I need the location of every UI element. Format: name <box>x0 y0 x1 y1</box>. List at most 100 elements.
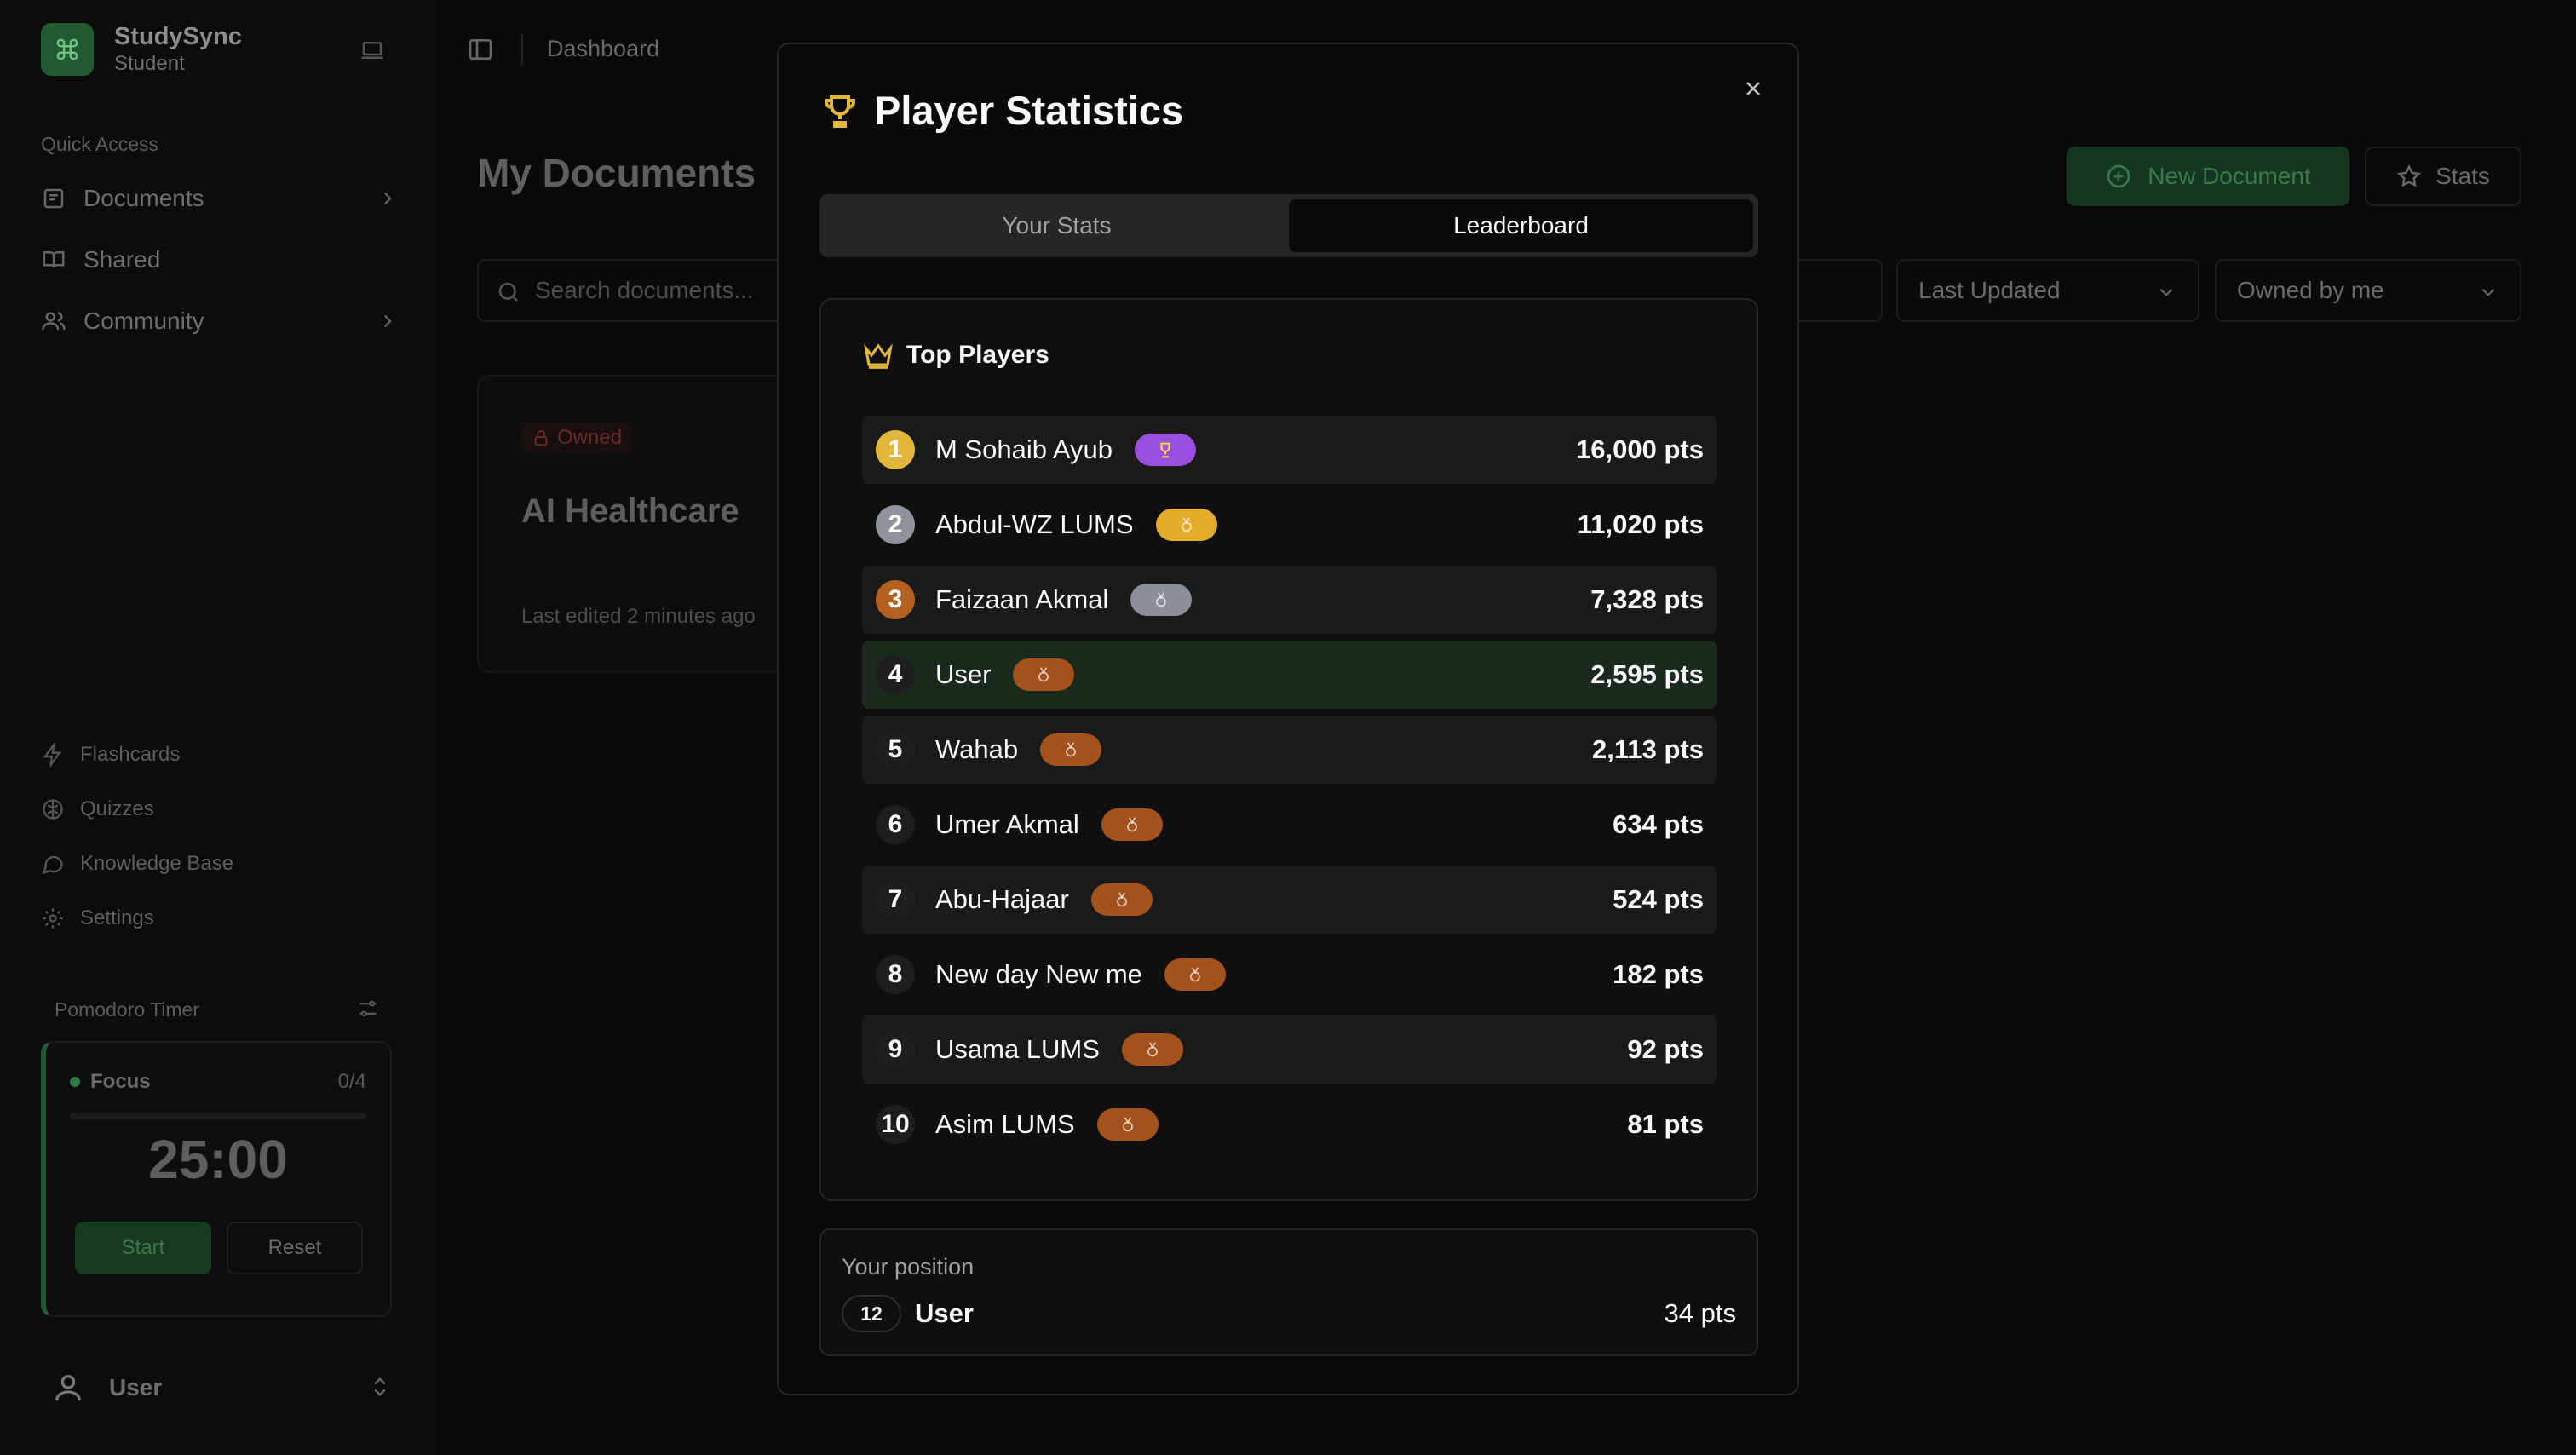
document-edited: Last edited 2 minutes ago <box>521 605 756 628</box>
owned-badge-label: Owned <box>557 426 623 449</box>
dialog-header: Player Statistics <box>819 87 1183 134</box>
rank-badge: 6 <box>876 805 915 844</box>
laptop-icon[interactable] <box>359 37 385 67</box>
player-points: 16,000 pts <box>1576 434 1704 464</box>
app-name: StudySync <box>114 23 242 50</box>
player-name: Abu-Hajaar <box>935 884 1069 914</box>
sidebar-item-settings[interactable]: Settings <box>41 906 154 930</box>
focus-progress-bar <box>70 1113 366 1119</box>
chat-bubble-icon <box>42 855 63 875</box>
dialog-title: Player Statistics <box>874 88 1184 133</box>
leaderboard-row: 1 M Sohaib Ayub 16,000 pts <box>862 416 1717 484</box>
search-placeholder: Search documents... <box>535 277 754 303</box>
player-name: Umer Akmal <box>935 809 1079 839</box>
medal-badge-icon <box>1155 509 1217 541</box>
focus-session-count: 0/4 <box>337 1070 366 1093</box>
your-position-label: Your position <box>842 1254 975 1280</box>
document-icon <box>43 188 64 209</box>
medal-badge-icon <box>1130 584 1193 616</box>
chevron-right-icon <box>383 314 392 328</box>
brand[interactable]: StudySync Student <box>41 22 242 77</box>
sidebar-item-community[interactable]: Community <box>41 300 399 342</box>
trophy-badge-icon <box>1134 434 1196 466</box>
start-button[interactable]: Start <box>75 1222 211 1274</box>
chevron-down-icon <box>2159 288 2173 296</box>
sidebar-item-label: Community <box>83 308 204 334</box>
leaderboard-row: 6 Umer Akmal 634 pts <box>862 791 1717 859</box>
pomodoro-timer: Pomodoro Timer Focus 0/4 25:00 Start Res… <box>41 988 392 1320</box>
sliders-icon[interactable] <box>356 997 380 1025</box>
player-points: 2,595 pts <box>1590 659 1704 689</box>
player-points: 524 pts <box>1613 884 1704 914</box>
crown-icon <box>864 343 893 369</box>
leaderboard-header: Top Players <box>862 339 1049 371</box>
sort-select[interactable]: Last Updated <box>1896 259 2199 322</box>
pomodoro-title: Pomodoro Timer <box>55 998 200 1021</box>
sidebar-item-quizzes[interactable]: Quizzes <box>41 797 154 821</box>
leaderboard-row: 2 Abdul-WZ LUMS 11,020 pts <box>862 491 1717 559</box>
new-document-label: New Document <box>2148 163 2311 189</box>
gear-icon <box>43 908 63 929</box>
player-points: 11,020 pts <box>1577 509 1704 539</box>
player-name: Asim LUMS <box>935 1109 1075 1139</box>
sidebar-item-documents[interactable]: Documents <box>41 177 399 220</box>
focus-mode-label: Focus <box>90 1070 151 1093</box>
panel-left-icon[interactable] <box>467 36 494 67</box>
rank-badge: 3 <box>876 580 915 619</box>
sidebar-item-flashcards[interactable]: Flashcards <box>41 743 180 767</box>
plus-circle-icon <box>2107 164 2130 188</box>
rank-badge: 1 <box>876 430 915 469</box>
player-points: 92 pts <box>1627 1034 1704 1064</box>
your-position-name: User <box>915 1298 974 1328</box>
page-title: My Documents <box>477 151 756 195</box>
rank-badge: 5 <box>876 730 915 769</box>
timer-display: 25:00 <box>148 1129 288 1190</box>
lock-icon <box>534 429 548 446</box>
new-document-button[interactable]: New Document <box>2067 147 2349 206</box>
your-position-card: Your position 12 User 34 pts <box>819 1228 1758 1356</box>
lightning-icon <box>43 743 62 767</box>
users-icon <box>42 312 66 331</box>
player-name: Faizaan Akmal <box>935 584 1109 614</box>
sidebar-item-label: Flashcards <box>80 743 181 766</box>
medal-badge-icon <box>1121 1033 1183 1066</box>
leaderboard-row: 9 Usama LUMS 92 pts <box>862 1015 1717 1084</box>
player-points: 81 pts <box>1627 1109 1704 1139</box>
stats-tabs: Your Stats Leaderboard <box>819 194 1758 257</box>
player-name: User <box>935 659 992 689</box>
trophy-icon <box>825 95 855 128</box>
search-icon <box>498 282 518 302</box>
star-icon <box>2397 164 2422 187</box>
owner-filter-select[interactable]: Owned by me <box>2215 259 2521 322</box>
your-position-points: 34 pts <box>1664 1298 1736 1328</box>
brand-logo-icon <box>41 23 94 76</box>
close-icon[interactable] <box>1736 72 1770 106</box>
player-statistics-dialog: Player Statistics Your Stats Leaderboard… <box>777 43 1799 1395</box>
user-menu[interactable]: User <box>51 1366 392 1409</box>
player-points: 7,328 pts <box>1590 584 1704 614</box>
player-points: 2,113 pts <box>1592 734 1704 764</box>
your-position-rank: 12 <box>842 1295 901 1332</box>
rank-badge: 2 <box>876 505 915 544</box>
reset-button[interactable]: Reset <box>227 1222 363 1274</box>
medal-badge-icon <box>1164 958 1226 991</box>
player-name: Usama LUMS <box>935 1034 1100 1064</box>
sidebar-item-shared[interactable]: Shared <box>41 239 399 281</box>
tab-leaderboard[interactable]: Leaderboard <box>1289 199 1753 252</box>
leaderboard-title: Top Players <box>906 341 1049 369</box>
sidebar-item-label: Shared <box>83 246 161 273</box>
user-name: User <box>109 1374 163 1400</box>
stats-label: Stats <box>2435 163 2490 189</box>
rank-badge: 7 <box>876 880 915 919</box>
pomodoro-card: Focus 0/4 25:00 Start Reset <box>41 1041 392 1317</box>
book-icon <box>43 251 65 267</box>
quick-access-label: Quick Access <box>41 133 159 155</box>
stats-button[interactable]: Stats <box>2365 147 2521 206</box>
topbar-divider <box>521 34 523 65</box>
owner-filter-value: Owned by me <box>2237 277 2384 303</box>
sidebar-item-knowledge-base[interactable]: Knowledge Base <box>41 852 233 876</box>
medal-badge-icon <box>1040 733 1102 766</box>
tab-your-stats[interactable]: Your Stats <box>825 199 1289 252</box>
chevron-right-icon <box>383 192 392 205</box>
breadcrumb[interactable]: Dashboard <box>547 36 659 62</box>
